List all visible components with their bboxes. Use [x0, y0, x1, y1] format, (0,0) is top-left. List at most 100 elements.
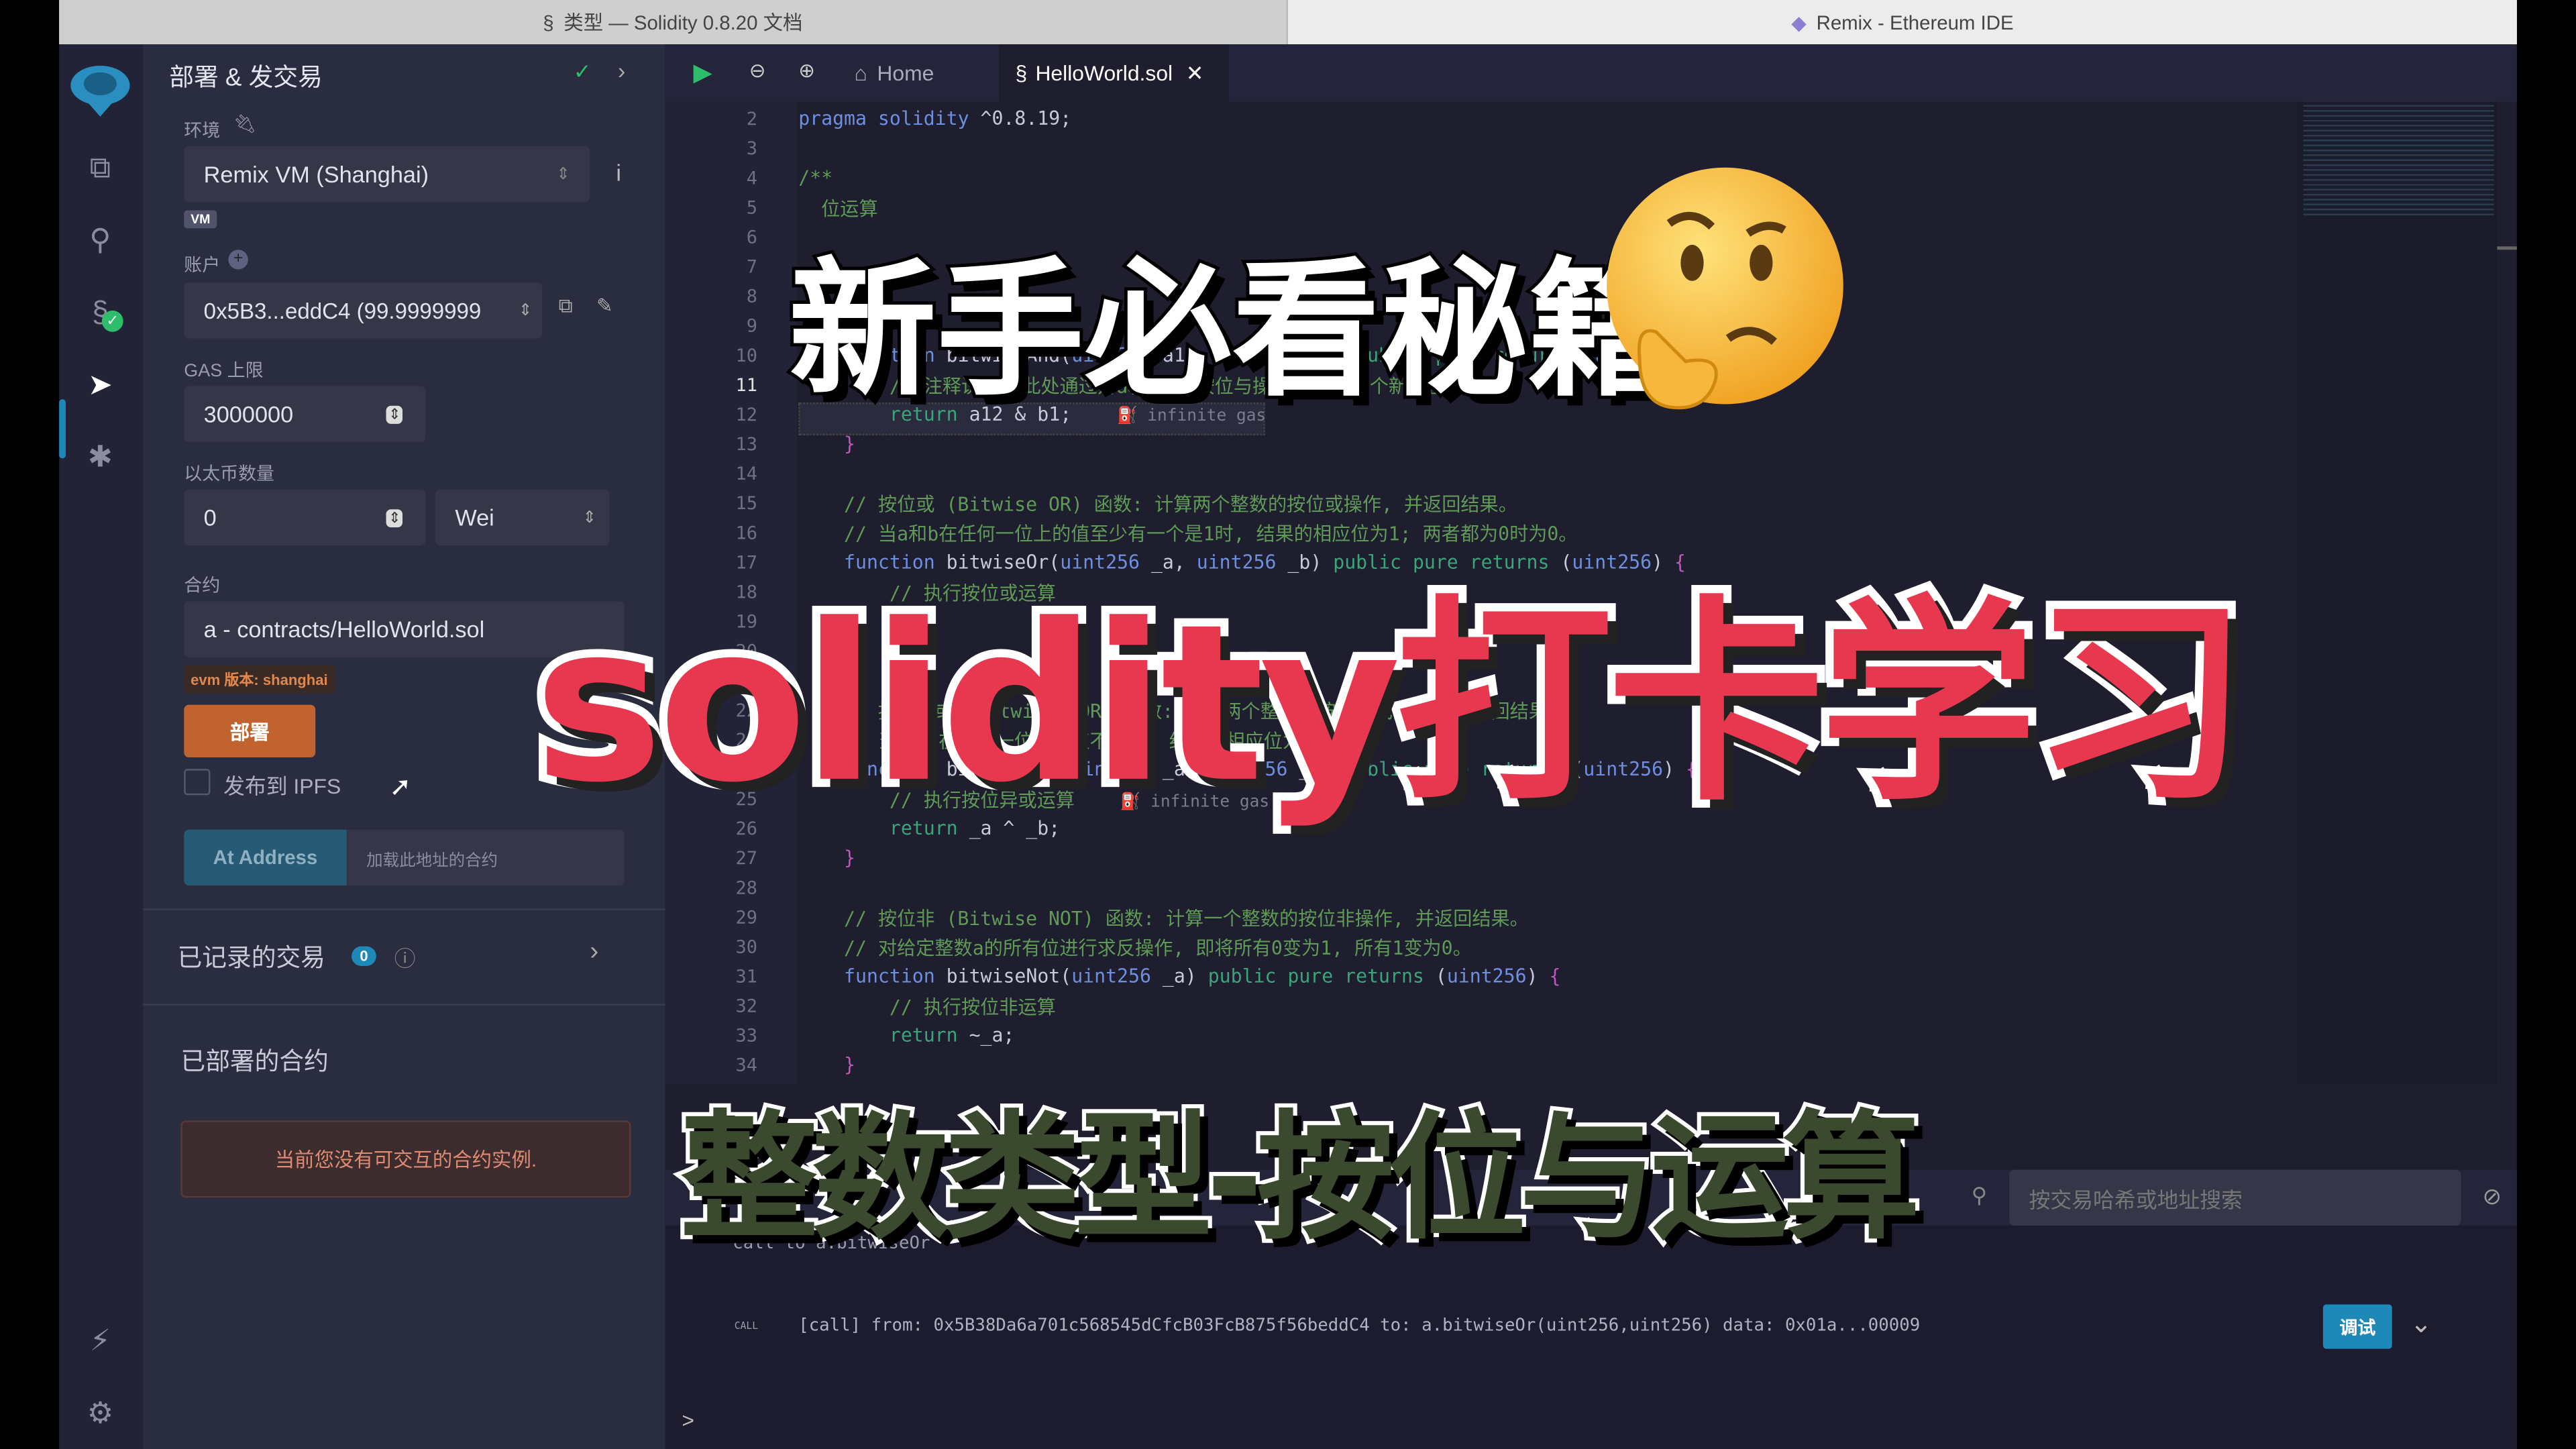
gas-label: GAS 上限	[184, 361, 264, 382]
line-number: 3	[746, 138, 757, 160]
code-line[interactable]: // 按位非 (Bitwise NOT) 函数: 计算一个整数的按位非操作, 并…	[798, 905, 1529, 931]
solidity-icon: §	[1015, 60, 1028, 86]
browser-tab-bar: § 类型 — Solidity 0.8.20 文档 ◆ Remix - Ethere…	[59, 0, 2517, 45]
add-account-icon[interactable]: +	[228, 250, 248, 270]
line-number: 33	[735, 1025, 757, 1047]
ipfs-label: 发布到 IPFS	[223, 773, 341, 799]
copy-icon[interactable]: ⧉	[559, 294, 573, 319]
code-line[interactable]: // 对给定整数a的所有位进行求反操作, 即将所有0变为1, 所有1变为0。	[798, 934, 1472, 961]
line-number: 6	[746, 226, 757, 248]
line-number: 29	[735, 906, 757, 928]
recorded-tx-label[interactable]: 已记录的交易	[177, 940, 325, 974]
code-line[interactable]: }	[798, 432, 855, 455]
editor-tab-bar: ▶ ⊖ ⊕ ⌂ Home § HelloWorld.sol ✕	[665, 44, 2517, 102]
file-explorer-icon[interactable]: ⧉	[82, 150, 118, 186]
stepper-icon[interactable]: ⇕	[386, 508, 403, 527]
browser-tab-solidity-docs[interactable]: § 类型 — Solidity 0.8.20 文档	[59, 0, 1289, 45]
ethereum-icon: ◆	[1791, 10, 1807, 34]
search-icon[interactable]: ⚲	[82, 222, 118, 258]
thinking-face-emoji	[1607, 167, 1843, 410]
tab-home[interactable]: ⌂ Home	[854, 44, 999, 102]
line-number: 28	[735, 877, 757, 899]
tab-helloworld[interactable]: § HelloWorld.sol ✕	[998, 44, 1229, 102]
line-number: 5	[746, 197, 757, 219]
account-select[interactable]: 0x5B3...eddC4 (99.9999999 ⇕	[184, 282, 543, 339]
plugin-manager-icon[interactable]: ⚡	[82, 1322, 118, 1358]
panel-title: 部署 & 发交易	[169, 64, 323, 93]
line-number: 13	[735, 433, 757, 455]
run-icon[interactable]: ▶	[693, 58, 712, 87]
deploy-button[interactable]: 部署	[184, 704, 316, 757]
minimap[interactable]	[2296, 101, 2498, 1085]
settings-icon[interactable]: ⚙	[82, 1395, 118, 1431]
code-line[interactable]: // 执行按位非运算	[798, 994, 1056, 1020]
info-icon[interactable]: i	[616, 160, 621, 186]
deploy-run-icon[interactable]: ➤	[82, 366, 118, 402]
clear-icon[interactable]: ⊘	[2482, 1183, 2502, 1211]
divider	[143, 1004, 665, 1006]
line-number: 32	[735, 996, 757, 1017]
edit-icon[interactable]: ✎	[596, 294, 613, 317]
line-number: 10	[735, 345, 757, 367]
code-line[interactable]: return ~_a;	[798, 1024, 1015, 1046]
overlay-title-top: 新手必看秘籍	[786, 241, 1679, 421]
value-label: 以太币数量	[184, 465, 274, 485]
overlay-title-main: solidity打卡学习	[526, 570, 2257, 840]
close-icon[interactable]: ✕	[1186, 60, 1204, 86]
environment-select[interactable]: Remix VM (Shanghai) ⇕	[184, 146, 590, 203]
zoom-in-icon[interactable]: ⊕	[798, 59, 815, 82]
code-line[interactable]: pragma solidity ^0.8.19;	[798, 107, 1071, 129]
deployed-contracts-label: 已部署的合约	[180, 1048, 329, 1077]
call-log-line[interactable]: [call] from: 0x5B38Da6a701c568545dCfcB03…	[798, 1316, 1920, 1336]
gas-limit-input[interactable]: 3000000 ⇕	[184, 386, 426, 442]
solidity-compiler-icon[interactable]: § ✓	[82, 294, 123, 332]
line-number: 9	[746, 315, 757, 337]
line-number: 12	[735, 404, 757, 426]
select-arrows-icon: ⇕	[556, 165, 570, 184]
remix-logo-icon[interactable]	[67, 61, 133, 120]
plug-icon: 🔌︎	[233, 115, 256, 135]
solidity-icon: §	[543, 10, 554, 34]
ipfs-checkbox[interactable]	[184, 769, 211, 796]
value-input[interactable]: 0 ⇕	[184, 489, 426, 546]
code-line[interactable]: function bitwiseNot(uint256 _a) public p…	[798, 965, 1560, 987]
chevron-right-icon[interactable]: ›	[590, 938, 598, 967]
select-arrows-icon: ⇕	[582, 508, 596, 527]
tx-search-input[interactable]: 按交易哈希或地址搜索	[2009, 1169, 2461, 1226]
no-instance-alert: 当前您没有可交互的合约实例.	[180, 1120, 631, 1198]
line-number: 15	[735, 492, 757, 515]
call-tag: CALL	[734, 1320, 759, 1333]
terminal-prompt[interactable]: >	[682, 1408, 694, 1433]
mouse-cursor-icon: ➚	[389, 773, 412, 802]
account-label: 账户	[184, 256, 221, 276]
info-icon[interactable]: ⓘ	[394, 941, 416, 973]
icon-bar: ⧉ ⚲ § ✓ ➤ ✱ ⚡ ⚙	[59, 44, 144, 1449]
code-line[interactable]: // 按位或 (Bitwise OR) 函数: 计算两个整数的按位或操作, 并返…	[798, 491, 1517, 517]
contract-label: 合约	[184, 576, 221, 596]
line-number: 2	[746, 108, 757, 130]
overlay-title-bottom: 整数类型-按位与运算	[676, 1093, 1925, 1263]
chevron-down-icon[interactable]: ⌄	[2410, 1307, 2432, 1340]
line-number: 7	[746, 256, 757, 278]
debug-button[interactable]: 调试	[2322, 1304, 2392, 1349]
at-address-button[interactable]: At Address	[184, 829, 347, 886]
zoom-out-icon[interactable]: ⊖	[749, 59, 766, 82]
scrollbar[interactable]	[2497, 246, 2517, 250]
select-arrows-icon: ⇕	[518, 301, 533, 320]
code-line[interactable]: /**	[798, 166, 833, 189]
stepper-icon[interactable]: ⇕	[386, 405, 403, 423]
debugger-icon[interactable]: ✱	[82, 439, 118, 475]
browser-tab-remix[interactable]: ◆ Remix - Ethereum IDE	[1288, 0, 2517, 45]
env-label: 环境	[184, 121, 221, 142]
recorded-tx-count: 0	[352, 946, 376, 967]
line-number: 11	[735, 374, 757, 396]
code-line[interactable]: }	[798, 846, 855, 869]
check-icon: ✓	[573, 59, 592, 84]
line-number: 27	[735, 847, 757, 869]
line-number: 8	[746, 286, 757, 307]
chevron-right-icon[interactable]: ›	[618, 58, 625, 84]
active-indicator	[59, 399, 66, 459]
home-icon: ⌂	[854, 60, 867, 86]
vm-badge: VM	[184, 210, 217, 229]
search-icon: ⚲	[1971, 1183, 1988, 1208]
